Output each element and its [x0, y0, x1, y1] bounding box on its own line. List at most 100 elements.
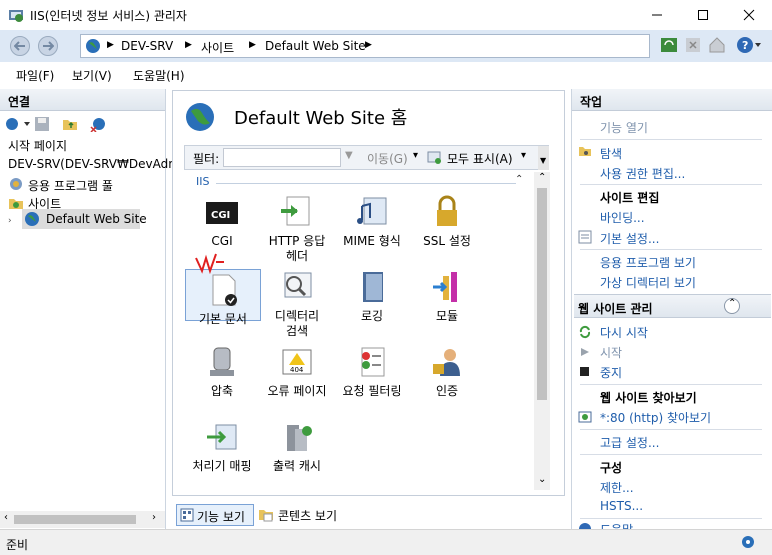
scroll-left-icon[interactable]: ‹ [4, 512, 8, 523]
tree-start-page[interactable]: 시작 페이지 [8, 137, 67, 154]
http-headers-icon [279, 194, 315, 230]
tree-app-pools[interactable]: 응용 프로그램 풀 [28, 177, 113, 194]
go-dropdown-icon[interactable]: ▾ [413, 150, 418, 161]
scroll-up-icon[interactable]: ⌃ [538, 172, 546, 183]
separator [580, 384, 762, 385]
feature-error-pages[interactable]: 404 오류 페이지 [259, 344, 335, 399]
page-title: Default Web Site 홈 [234, 108, 408, 129]
save-icon[interactable] [34, 116, 50, 132]
feature-compression[interactable]: 압축 [184, 344, 260, 399]
feature-logging[interactable]: 로깅 [334, 269, 410, 324]
feature-request-filtering[interactable]: 요청 필터링 [334, 344, 410, 399]
refresh-icon[interactable] [660, 36, 678, 54]
tab-features-view[interactable]: 기능 보기 [176, 504, 254, 526]
action-basic-settings[interactable]: 기본 설정... [600, 230, 659, 247]
tree-server[interactable]: DEV-SRV(DEV-SRV₩DevAdm [8, 157, 180, 171]
menu-help[interactable]: 도움말(H) [133, 67, 185, 84]
tree-site-selected[interactable]: Default Web Site [22, 209, 147, 229]
minimize-button[interactable] [634, 0, 680, 30]
feature-cgi[interactable]: CGI CGI [184, 194, 260, 249]
address-bar[interactable]: ▶ DEV-SRV ▶ 사이트 ▶ Default Web Site ▶ [80, 34, 650, 58]
menu-view[interactable]: 보기(V) [72, 67, 112, 84]
v-scroll-thumb[interactable] [537, 188, 547, 400]
forward-button[interactable] [38, 36, 58, 56]
breadcrumb-site[interactable]: Default Web Site [265, 39, 366, 53]
v-scrollbar[interactable]: ⌃ ⌄ [534, 172, 550, 490]
action-hsts[interactable]: HSTS... [600, 499, 643, 513]
feature-handler-mappings[interactable]: 처리기 매핑 [184, 419, 260, 474]
filter-input[interactable] [223, 148, 341, 167]
scroll-right-icon[interactable]: › [152, 512, 156, 523]
request-filtering-icon [354, 344, 390, 380]
feature-modules[interactable]: 모듈 [409, 269, 485, 324]
connect-icon[interactable] [4, 116, 32, 132]
maximize-button[interactable] [680, 0, 726, 30]
stop-icon[interactable] [684, 36, 702, 54]
collapse-section-icon[interactable]: ⌃ [724, 298, 740, 314]
feature-label: MIME 형식 [343, 234, 401, 248]
breadcrumb-sites[interactable]: 사이트 [201, 39, 234, 56]
scroll-down-icon[interactable]: ⌄ [538, 474, 546, 485]
separator [580, 429, 762, 430]
feature-http-headers[interactable]: HTTP 응답 헤더 [259, 194, 335, 264]
action-restart[interactable]: 다시 시작 [600, 324, 648, 341]
disconnect-icon[interactable] [90, 116, 106, 132]
handler-mappings-icon [204, 419, 240, 455]
back-button[interactable] [10, 36, 30, 56]
action-advanced-settings[interactable]: 고급 설정... [600, 434, 659, 451]
show-all-button[interactable]: 모두 표시(A) [447, 150, 513, 167]
close-button[interactable] [726, 0, 772, 30]
feature-label: 모듈 [435, 309, 459, 323]
tab-content-view[interactable]: 콘텐츠 보기 [278, 507, 337, 524]
action-browse-80[interactable]: *:80 (http) 찾아보기 [600, 409, 711, 426]
filter-bar: 필터: ▼ 이동(G) ▾ 모두 표시(A) ▾ [184, 145, 549, 170]
feature-ssl-settings[interactable]: SSL 설정 [409, 194, 485, 249]
group-by-dropdown-icon[interactable]: ▾ [521, 150, 526, 161]
manage-site-header[interactable]: 웹 사이트 관리 ⌃ [574, 294, 771, 318]
filter-expand-button[interactable]: ▼ [538, 146, 549, 170]
action-limits[interactable]: 제한... [600, 479, 634, 496]
feature-directory-browsing[interactable]: 디렉터리 검색 [259, 269, 335, 339]
feature-default-document[interactable]: 기본 문서 [185, 269, 261, 326]
action-help[interactable]: 도움말 [600, 521, 633, 529]
h-scroll-thumb[interactable] [14, 515, 136, 524]
default-document-icon [205, 272, 241, 308]
feature-output-cache[interactable]: 출력 캐시 [259, 419, 335, 474]
expand-chevron-icon[interactable]: › [8, 216, 12, 226]
go-button[interactable]: 이동(G) [367, 150, 408, 167]
breadcrumb-server[interactable]: DEV-SRV [121, 39, 173, 53]
action-start[interactable]: 시작 [600, 344, 622, 361]
network-status-icon [740, 534, 756, 550]
menu-file[interactable]: 파일(F) [16, 67, 54, 84]
feature-label: HTTP 응답 헤더 [268, 234, 326, 263]
mime-icon [354, 194, 390, 230]
explore-icon [578, 144, 592, 158]
action-edit-permissions[interactable]: 사용 권한 편집... [600, 165, 685, 182]
collapse-group-icon[interactable]: ⌃ [515, 174, 523, 185]
separator [580, 518, 762, 519]
chevron-right-icon: ▶ [249, 40, 256, 50]
help-icon[interactable]: ? [736, 36, 762, 54]
action-view-virtual-dirs[interactable]: 가상 디렉터리 보기 [600, 274, 696, 291]
action-bindings[interactable]: 바인딩... [600, 209, 645, 226]
action-stop[interactable]: 중지 [600, 364, 622, 381]
feature-label: 인증 [435, 384, 459, 398]
globe-icon [24, 211, 40, 227]
action-view-applications[interactable]: 응용 프로그램 보기 [600, 254, 696, 271]
h-scrollbar[interactable]: ‹ › [0, 511, 165, 528]
status-text: 준비 [6, 538, 29, 552]
feature-label: 압축 [210, 384, 234, 398]
features-view-icon [180, 508, 194, 522]
stop-square-icon [580, 367, 589, 376]
feature-label: 요청 필터링 [342, 384, 402, 398]
up-folder-icon[interactable] [62, 116, 78, 132]
action-open-feature[interactable]: 기능 열기 [600, 119, 648, 136]
action-explore[interactable]: 탐색 [600, 145, 622, 162]
lock-icon [429, 194, 465, 230]
feature-authentication[interactable]: 인증 [409, 344, 485, 399]
separator [580, 139, 762, 140]
home-icon[interactable] [708, 36, 726, 54]
feature-label: 디렉터리 검색 [274, 309, 320, 338]
feature-mime-types[interactable]: MIME 형식 [334, 194, 410, 249]
iis-app-icon [8, 7, 24, 23]
